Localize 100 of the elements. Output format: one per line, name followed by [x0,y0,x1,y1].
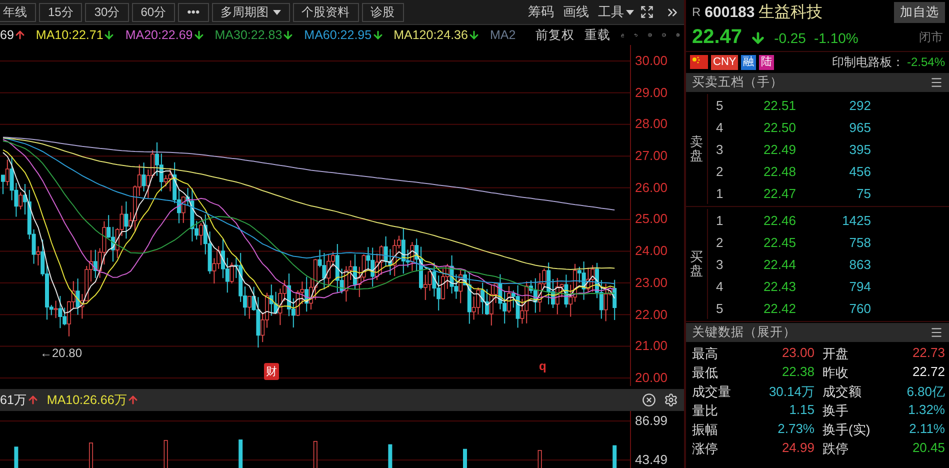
settings-icon[interactable] [664,393,678,407]
chart-option[interactable]: 前复权 [536,26,575,44]
tool-button[interactable]: 画线 [560,3,592,21]
price-axis-label: 22.00 [635,308,669,322]
stat-value: 2.73% [778,420,814,438]
period-button[interactable]: ••• [178,2,209,22]
stat-value: 1.15 [789,402,814,418]
close-icon[interactable] [642,393,656,407]
order-volume: 794 [848,278,871,294]
volume-average-value: MA10:26.66万 [46,392,140,408]
last-price: 22.47 [692,26,742,49]
stat-label: 量比 [692,402,718,420]
level-number: 1 [716,186,724,200]
period-button[interactable]: 60分 [132,2,176,22]
stat-label: 跌停 [822,440,848,458]
moving-average-value: MA120:24.36 [394,28,480,42]
volume-axis-label: 43.49 [635,453,669,467]
moving-average-value: MA10:22.71 [36,28,116,42]
order-price: 22.42 [762,300,796,316]
period-button[interactable]: 年线 [0,2,36,22]
volume-bar [238,439,243,468]
level-number: 4 [716,278,724,294]
order-volume: 75 [856,186,871,200]
volume-average-value: 61万 [0,392,39,408]
volume-bar [612,445,617,468]
price-axis-label: 29.00 [635,86,669,100]
moving-average-value: MA60:22.95 [304,28,384,42]
stat-label: 换手 [822,402,848,420]
price-axis-label: 21.00 [635,339,669,354]
period-button[interactable]: 多周期图 [212,2,290,22]
market-label: R [692,5,701,19]
order-volume: 863 [848,256,871,272]
level-number: 5 [716,300,724,316]
order-volume: 456 [848,164,871,178]
period-button[interactable]: 个股资料 [292,2,359,22]
level-number: 5 [716,98,724,112]
event-badge[interactable]: 财 [264,363,279,380]
order-price: 22.48 [762,164,796,178]
order-price: 22.47 [762,186,796,200]
stat-value: 22.72 [912,364,945,380]
price-axis-label: 23.00 [635,276,669,290]
section-title: 买卖五档（手） [692,74,783,91]
level-number: 3 [716,256,724,272]
tool-button[interactable]: 工具 [595,3,637,21]
stock-tag: 融 [741,54,756,70]
level-number: 4 [716,120,724,134]
order-volume: 395 [848,142,871,156]
level-number: 2 [716,234,724,250]
chart-option[interactable]: 重载 [584,26,611,44]
sector-change: -2.54% [906,55,945,69]
moving-average-value: MA20:22.69 [125,28,205,42]
stat-value: 30.14万 [768,382,814,400]
price-axis-label: 28.00 [635,117,669,132]
stat-value: 24.99 [782,440,814,456]
stat-value: 6.80亿 [906,382,945,400]
order-price: 22.51 [762,98,796,112]
stat-label: 最高 [692,344,718,362]
side-label: 卖盘 [689,134,704,164]
stat-label: 振幅 [692,420,718,438]
stat-value: 2.11% [909,420,945,438]
menu-icon[interactable] [930,326,943,339]
low-price-label: ←20.80 [40,346,82,360]
period-button[interactable]: 诊股 [362,2,404,22]
sector-name[interactable]: 印制电路板： [832,54,904,70]
volume-bar [463,448,467,468]
order-price: 22.45 [762,234,796,250]
level-number: 3 [716,142,724,156]
add-watchlist-button[interactable]: 加自选 [894,2,945,22]
event-marker[interactable]: q [539,359,546,373]
order-volume: 965 [848,120,871,134]
order-price: 22.44 [762,256,796,272]
moving-average-value: MA2 [490,28,516,42]
volume-axis-label: 86.99 [635,414,669,428]
menu-icon[interactable] [930,76,943,89]
stat-label: 涨停 [692,440,718,458]
tool-button[interactable]: 筹码 [525,3,557,21]
stock-name: 生益科技 [758,2,823,22]
order-price: 22.49 [762,142,796,156]
percent-change: -1.10% [814,30,858,46]
fullscreen-icon[interactable] [640,5,654,19]
stat-value: 1.32% [908,402,945,418]
order-volume: 760 [848,300,871,316]
period-button[interactable]: 30分 [85,2,129,22]
moving-average-value: 69 [0,28,26,42]
side-label: 买盘 [689,250,704,278]
volume-bar [388,444,392,468]
order-volume: 758 [848,234,871,250]
stock-tag: 陆 [759,54,774,70]
market-status: 闭市 [919,29,943,46]
stat-label: 换手(实) [822,420,870,438]
price-axis-label: 26.00 [635,180,669,195]
stock-code: 600183 [704,4,755,20]
order-price: 22.50 [762,120,796,134]
moving-average-value: MA30:22.83 [214,28,294,42]
period-button[interactable]: 15分 [39,2,82,22]
price-axis-label: 20.00 [635,370,669,385]
order-volume: 292 [848,98,871,112]
price-axis-label: 25.00 [635,212,669,226]
volume-bar [14,446,18,468]
stat-value: 22.38 [782,364,814,380]
